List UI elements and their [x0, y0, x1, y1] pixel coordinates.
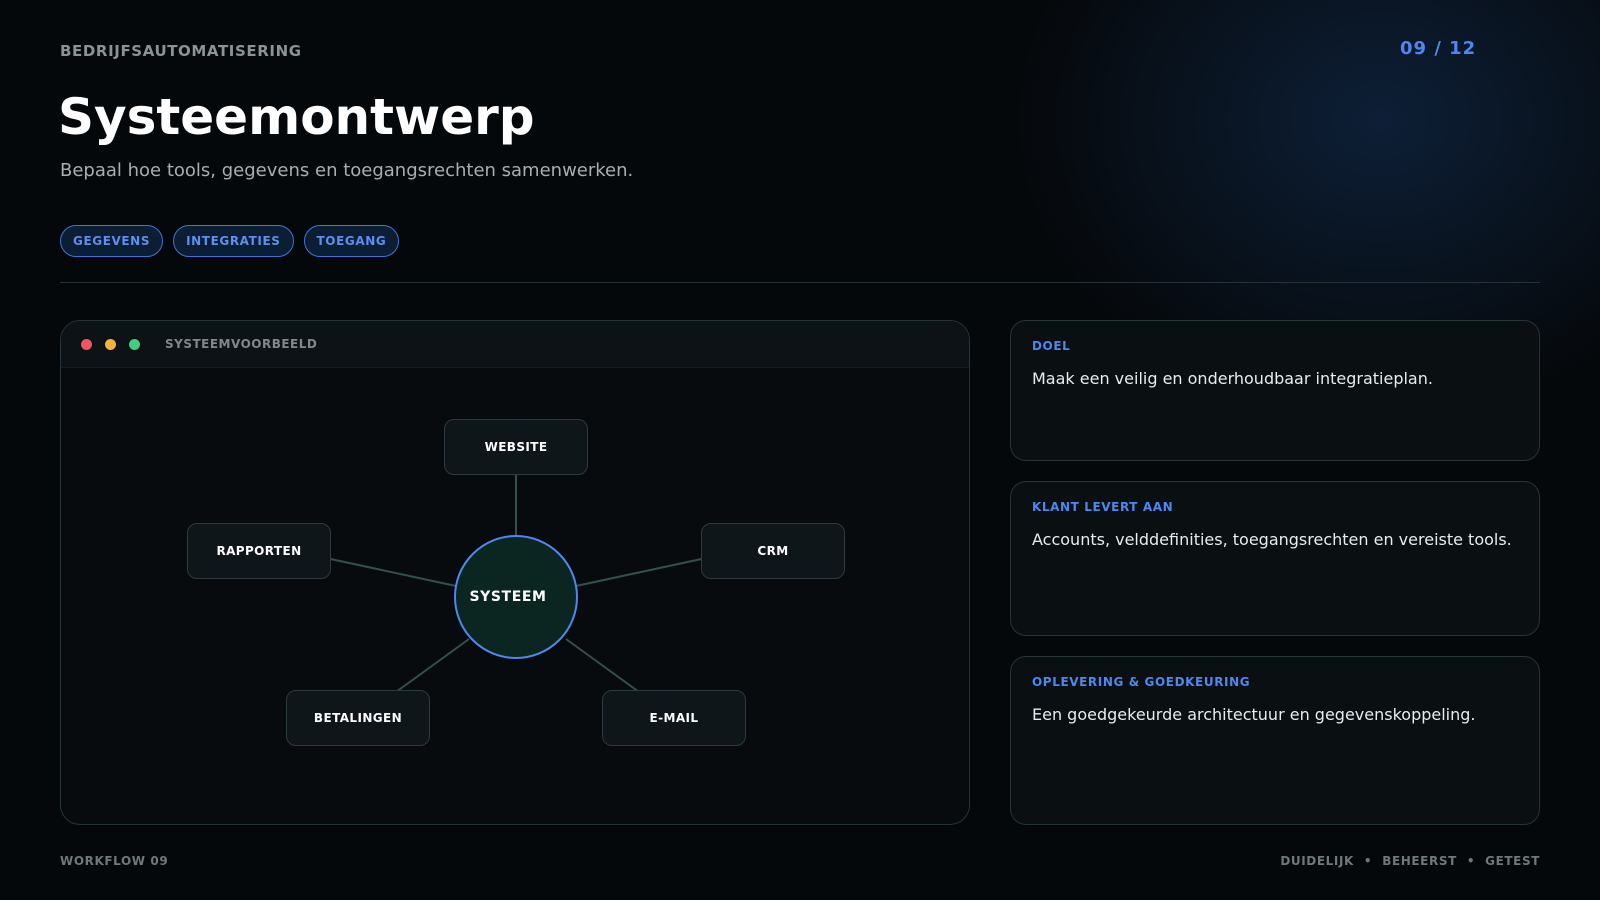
page-title: Systeemontwerp — [58, 88, 535, 146]
footer-principle: GETEST — [1485, 854, 1540, 868]
system-preview-window: SYSTEEMVOORBEELD WEBSITE RAPPORTEN CRM B… — [60, 320, 970, 825]
connector-crm — [575, 557, 707, 587]
section-kicker: BEDRIJFSAUTOMATISERING — [60, 42, 302, 60]
node-email[interactable]: E-MAIL — [602, 690, 746, 746]
footer-separator: • — [1466, 854, 1476, 868]
tag-list: GEGEVENS INTEGRATIES TOEGANG — [60, 225, 400, 257]
card-text: Maak een veilig en onderhoudbaar integra… — [1032, 369, 1433, 388]
footer-principles: DUIDELIJK • BEHEERST • GETEST — [1280, 854, 1540, 868]
page-number: 09 / 12 — [1400, 38, 1477, 59]
card-text: Een goedgekeurde architectuur en gegeven… — [1032, 705, 1476, 724]
footer-principle: DUIDELIJK — [1280, 854, 1354, 868]
tag-toegang: TOEGANG — [303, 225, 400, 257]
hub-systeem[interactable]: SYSTEEM — [454, 535, 578, 659]
connector-betalingen — [395, 638, 470, 693]
card-label: KLANT LEVERT AAN — [1032, 500, 1174, 514]
tag-integraties: INTEGRATIES — [173, 225, 294, 257]
footer-principle: BEHEERST — [1382, 854, 1457, 868]
card-oplevering-goedkeuring: OPLEVERING & GOEDKEURING Een goedgekeurd… — [1010, 656, 1540, 825]
header-divider — [60, 282, 1540, 283]
card-klant-levert-aan: KLANT LEVERT AAN Accounts, velddefinitie… — [1010, 481, 1540, 636]
connector-rapporten — [325, 557, 457, 587]
page-subtitle: Bepaal hoe tools, gegevens en toegangsre… — [60, 160, 634, 181]
connector-email — [565, 638, 640, 693]
hub-label: SYSTEEM — [469, 589, 547, 605]
tag-gegevens: GEGEVENS — [60, 225, 164, 257]
node-betalingen[interactable]: BETALINGEN — [286, 690, 430, 746]
node-rapporten[interactable]: RAPPORTEN — [187, 523, 331, 579]
node-crm[interactable]: CRM — [701, 523, 845, 579]
footer-separator: • — [1363, 854, 1373, 868]
footer-workflow-label: WORKFLOW 09 — [60, 854, 169, 868]
node-website[interactable]: WEBSITE — [444, 419, 588, 475]
card-label: OPLEVERING & GOEDKEURING — [1032, 675, 1251, 689]
card-text: Accounts, velddefinities, toegangsrechte… — [1032, 530, 1512, 549]
card-label: DOEL — [1032, 339, 1071, 353]
card-doel: DOEL Maak een veilig en onderhoudbaar in… — [1010, 320, 1540, 461]
